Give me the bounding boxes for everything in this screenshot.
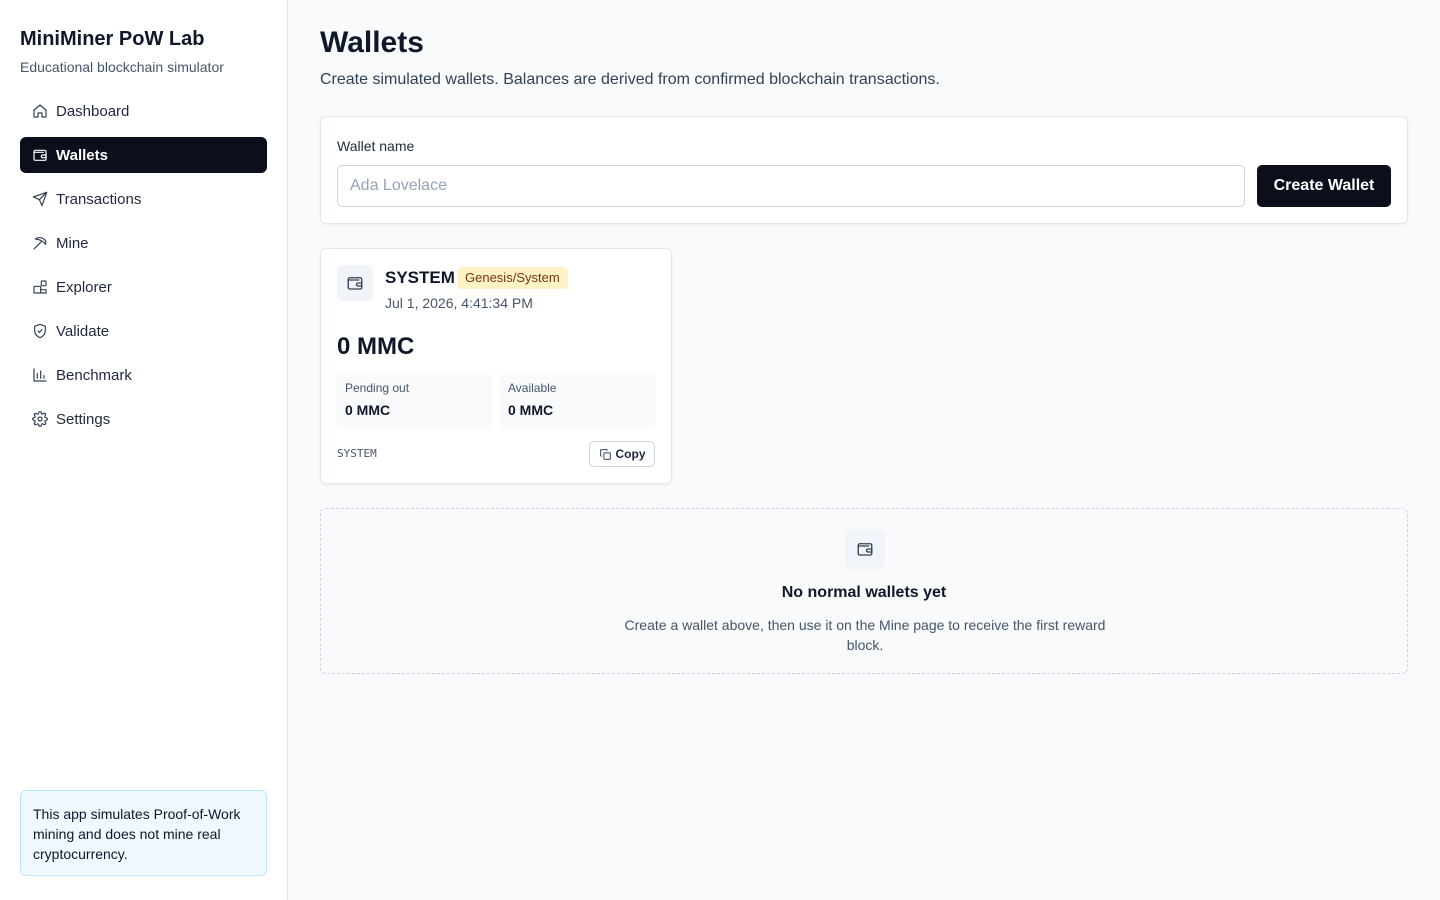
simulation-notice: This app simulates Proof-of-Work mining … [20, 790, 267, 876]
sidebar: MiniMiner PoW Lab Educational blockchain… [0, 0, 288, 900]
wallet-icon [337, 265, 373, 301]
sidebar-item-label: Wallets [56, 146, 108, 164]
copy-label: Copy [615, 447, 646, 461]
brand-title: MiniMiner PoW Lab [20, 28, 205, 50]
shield-check-icon [32, 323, 48, 339]
sidebar-item-dashboard[interactable]: Dashboard [20, 93, 267, 129]
sidebar-item-explorer[interactable]: Explorer [20, 269, 267, 305]
wallet-icon [32, 147, 48, 163]
copy-address-button[interactable]: Copy [589, 441, 655, 467]
wallet-card: SYSTEM Genesis/System Jul 1, 2026, 4:41:… [320, 248, 672, 484]
pending-out-label: Pending out [345, 381, 410, 395]
sidebar-item-label: Dashboard [56, 102, 130, 120]
wallet-name-input[interactable] [337, 165, 1245, 207]
sidebar-item-transactions[interactable]: Transactions [20, 181, 267, 217]
sidebar-item-label: Explorer [56, 278, 112, 296]
empty-state: No normal wallets yet Create a wallet ab… [320, 508, 1408, 674]
wallet-type-badge: Genesis/System [457, 267, 568, 289]
bar-chart-icon [32, 367, 48, 383]
sidebar-item-wallets[interactable]: Wallets [20, 137, 267, 173]
sidebar-item-benchmark[interactable]: Benchmark [20, 357, 267, 393]
available-label: Available [508, 381, 557, 395]
wallet-address: SYSTEM [337, 447, 377, 460]
home-icon [32, 103, 48, 119]
available-value: 0 MMC [508, 402, 554, 418]
brand-subtitle: Educational blockchain simulator [20, 59, 224, 75]
sidebar-item-label: Settings [56, 410, 111, 428]
wallet-icon [845, 529, 885, 569]
create-wallet-button[interactable]: Create Wallet [1257, 165, 1391, 207]
wallet-name: SYSTEM [385, 268, 455, 287]
wallet-balance: 0 MMC [337, 333, 415, 360]
sidebar-item-label: Mine [56, 234, 89, 252]
sidebar-item-validate[interactable]: Validate [20, 313, 267, 349]
copy-icon [599, 448, 611, 460]
gear-icon [32, 411, 48, 427]
main-content: Wallets Create simulated wallets. Balanc… [320, 0, 1408, 674]
sidebar-item-settings[interactable]: Settings [20, 401, 267, 437]
wallet-name-label: Wallet name [337, 138, 415, 154]
sidebar-nav: Dashboard Wallets Transactions Mine Expl… [20, 93, 267, 437]
available-box: Available 0 MMC [500, 373, 655, 429]
sidebar-item-label: Transactions [56, 190, 142, 208]
blocks-icon [32, 279, 48, 295]
wallet-created-date: Jul 1, 2026, 4:41:34 PM [385, 295, 533, 311]
page-title: Wallets [320, 26, 424, 59]
empty-state-title: No normal wallets yet [781, 584, 947, 601]
pickaxe-icon [32, 235, 48, 251]
sidebar-item-label: Benchmark [56, 366, 132, 384]
empty-state-description: Create a wallet above, then use it on th… [624, 617, 1106, 653]
pending-out-box: Pending out 0 MMC [337, 373, 492, 429]
page-description: Create simulated wallets. Balances are d… [320, 71, 940, 88]
pending-out-value: 0 MMC [345, 402, 391, 418]
sidebar-item-mine[interactable]: Mine [20, 225, 267, 261]
send-icon [32, 191, 48, 207]
sidebar-item-label: Validate [56, 322, 110, 340]
create-wallet-card: Wallet name Create Wallet [320, 116, 1408, 224]
